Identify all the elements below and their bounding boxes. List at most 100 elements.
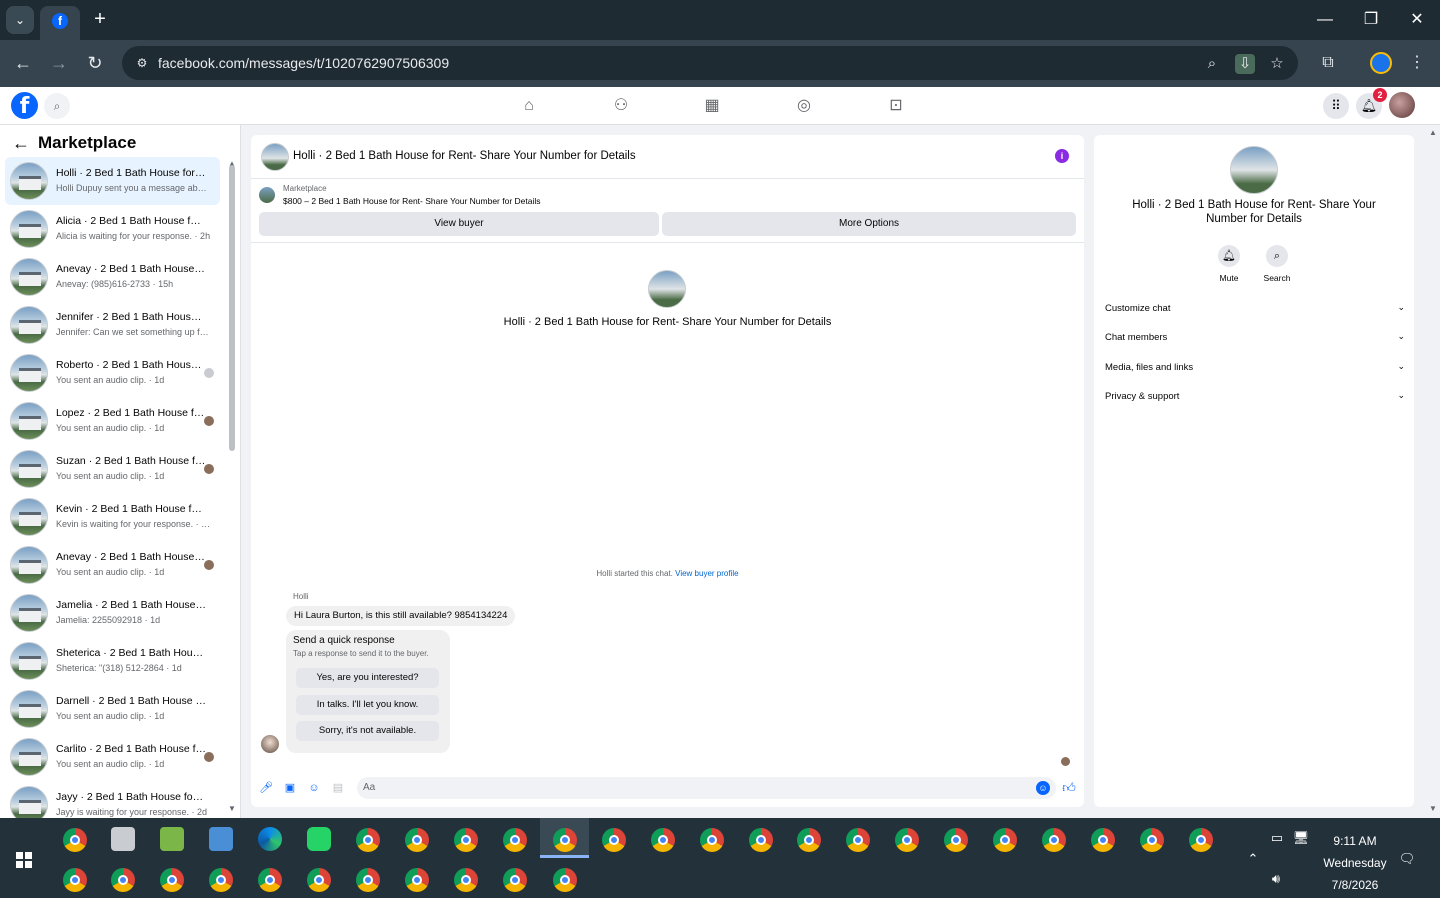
chrome-window-icon[interactable] [454, 868, 478, 892]
groups-icon[interactable]: ◎ [793, 95, 815, 117]
conversation-item[interactable]: Alicia · 2 Bed 1 Bath House for Rent- Sh… [5, 205, 220, 253]
conversation-item[interactable]: Lopez · 2 Bed 1 Bath House for Rent- Sha… [5, 397, 220, 445]
edge-browser-icon[interactable] [258, 827, 282, 851]
browser-menu-icon[interactable]: ⋮ [1405, 51, 1429, 75]
chrome-window-icon[interactable] [503, 868, 527, 892]
chrome-window-icon[interactable] [503, 828, 527, 852]
chrome-window-icon[interactable] [1189, 828, 1213, 852]
chrome-window-icon[interactable] [405, 868, 429, 892]
marketplace-icon[interactable]: ▦ [701, 95, 723, 117]
chrome-window-icon[interactable] [749, 828, 773, 852]
conversation-item[interactable]: Jayy · 2 Bed 1 Bath House for Rent- Shar… [5, 781, 220, 818]
gif-icon[interactable]: ▤ [331, 781, 345, 795]
browser-profile-icon[interactable] [1370, 52, 1392, 74]
more-options-button[interactable]: More Options [662, 212, 1076, 236]
windows-start-icon[interactable] [16, 852, 32, 868]
page-scroll-up-icon[interactable]: ▲ [1428, 128, 1438, 137]
facebook-logo-icon[interactable]: f [11, 92, 38, 119]
account-avatar[interactable] [1389, 92, 1415, 118]
listing-title[interactable]: $800 – 2 Bed 1 Bath House for Rent- Shar… [283, 196, 541, 206]
taskbar-clock[interactable]: 9:11 AM Wednesday 7/8/2026 [1310, 830, 1400, 896]
notepad-app-icon[interactable] [160, 827, 184, 851]
chrome-window-icon[interactable] [63, 868, 87, 892]
back-icon[interactable]: ← [11, 51, 35, 75]
conversation-item[interactable]: Darnell · 2 Bed 1 Bath House for Rent- S… [5, 685, 220, 733]
quick-response-interested-button[interactable]: Yes, are you interested? [296, 668, 439, 688]
conversation-item[interactable]: Jamelia · 2 Bed 1 Bath House for Rent- S… [5, 589, 220, 637]
browser-tab[interactable]: f [40, 6, 80, 40]
emoji-icon[interactable]: ☺ [1036, 781, 1050, 795]
close-window-button[interactable]: ✕ [1405, 8, 1429, 32]
chrome-window-icon[interactable] [1091, 828, 1115, 852]
chrome-window-icon[interactable] [553, 828, 577, 852]
conversation-item[interactable]: Carlito · 2 Bed 1 Bath House for Rent- S… [5, 733, 220, 781]
chrome-window-icon[interactable] [553, 868, 577, 892]
chrome-window-icon[interactable] [602, 828, 626, 852]
conversation-item[interactable]: Sheterica · 2 Bed 1 Bath House for Rent-… [5, 637, 220, 685]
conversation-item[interactable]: Kevin · 2 Bed 1 Bath House for Rent- Sha… [5, 493, 220, 541]
tray-overflow-chevron-icon[interactable]: ⌃ [1244, 850, 1262, 868]
view-buyer-profile-link[interactable]: View buyer profile [675, 569, 738, 578]
chrome-window-icon[interactable] [160, 868, 184, 892]
chrome-window-icon[interactable] [209, 868, 233, 892]
chrome-window-icon[interactable] [111, 868, 135, 892]
quick-response-in-talks-button[interactable]: In talks. I'll let you know. [296, 695, 439, 715]
chrome-window-icon[interactable] [307, 868, 331, 892]
conversation-item[interactable]: Roberto · 2 Bed 1 Bath House for Rent- S… [5, 349, 220, 397]
home-icon[interactable]: ⌂ [518, 95, 540, 117]
quick-response-not-available-button[interactable]: Sorry, it's not available. [296, 721, 439, 741]
listing-thumbnail[interactable] [259, 187, 275, 203]
view-buyer-button[interactable]: View buyer [259, 212, 659, 236]
zoom-icon[interactable]: ⌕ [1202, 54, 1222, 74]
extensions-icon[interactable]: ⧉ [1316, 51, 1340, 75]
chrome-window-icon[interactable] [993, 828, 1017, 852]
id-card-app-icon[interactable] [111, 827, 135, 851]
chrome-window-icon[interactable] [1140, 828, 1164, 852]
gaming-icon[interactable]: ⊡ [885, 95, 907, 117]
chrome-window-icon[interactable] [258, 868, 282, 892]
sticker-icon[interactable]: ☺ [307, 781, 321, 795]
bookmark-star-icon[interactable]: ☆ [1267, 54, 1287, 74]
privacy-support-section[interactable]: Privacy & support ⌄ [1105, 389, 1405, 407]
chrome-window-icon[interactable] [944, 828, 968, 852]
message-input[interactable]: Aa [357, 777, 1056, 799]
new-tab-button[interactable]: + [88, 8, 112, 32]
media-files-links-section[interactable]: Media, files and links ⌄ [1105, 360, 1405, 378]
url-text[interactable]: facebook.com/messages/t/1020762907506309 [158, 55, 449, 71]
conversation-item[interactable]: Suzan · 2 Bed 1 Bath House for Rent- Sha… [5, 445, 220, 493]
site-info-icon[interactable]: ⚙ [134, 55, 150, 71]
keyboard-app-icon[interactable] [209, 827, 233, 851]
chrome-window-icon[interactable] [895, 828, 919, 852]
thumbs-up-icon[interactable]: 👍︎ [1061, 780, 1077, 796]
volume-icon[interactable]: 🔊︎ [1267, 870, 1285, 888]
friends-icon[interactable]: ⚇ [610, 95, 632, 117]
chrome-window-icon[interactable] [797, 828, 821, 852]
forward-icon[interactable]: → [47, 51, 71, 75]
customize-chat-section[interactable]: Customize chat ⌄ [1105, 301, 1405, 319]
sidebar-scrollbar[interactable] [229, 165, 235, 451]
scroll-down-icon[interactable]: ▼ [227, 804, 237, 813]
conversation-info-icon[interactable]: i [1055, 149, 1069, 163]
chat-header-avatar[interactable] [261, 143, 289, 171]
conversation-item[interactable]: Jennifer · 2 Bed 1 Bath House for Rent- … [5, 301, 220, 349]
chat-members-section[interactable]: Chat members ⌄ [1105, 330, 1405, 348]
reload-icon[interactable]: ↻ [83, 51, 107, 75]
chrome-window-icon[interactable] [651, 828, 675, 852]
chrome-window-icon[interactable] [405, 828, 429, 852]
sender-avatar[interactable] [261, 735, 279, 753]
whatsapp-icon[interactable] [307, 827, 331, 851]
back-arrow-icon[interactable]: ← [12, 133, 30, 153]
install-app-icon[interactable]: ⇩ [1235, 54, 1255, 74]
menu-grid-icon[interactable]: ⠿ [1323, 93, 1349, 119]
search-conversation-button[interactable]: ⌕ Search [1257, 245, 1297, 283]
conversation-item[interactable]: Anevay · 2 Bed 1 Bath House for Rent- Sh… [5, 541, 220, 589]
network-icon[interactable]: 🖥︎ [1292, 829, 1310, 847]
conversation-item[interactable]: Holli · 2 Bed 1 Bath House for Rent- Sha… [5, 157, 220, 205]
chrome-window-icon[interactable] [700, 828, 724, 852]
tab-search-icon[interactable]: ⌄ [6, 6, 34, 34]
notification-center-icon[interactable]: 🗨︎ [1398, 850, 1416, 868]
conversation-item[interactable]: Anevay · 2 Bed 1 Bath House for Rent- Sh… [5, 253, 220, 301]
restore-button[interactable]: ❐ [1359, 8, 1383, 32]
mute-button[interactable]: 🔔︎ Mute [1209, 245, 1249, 283]
chrome-window-icon[interactable] [356, 868, 380, 892]
